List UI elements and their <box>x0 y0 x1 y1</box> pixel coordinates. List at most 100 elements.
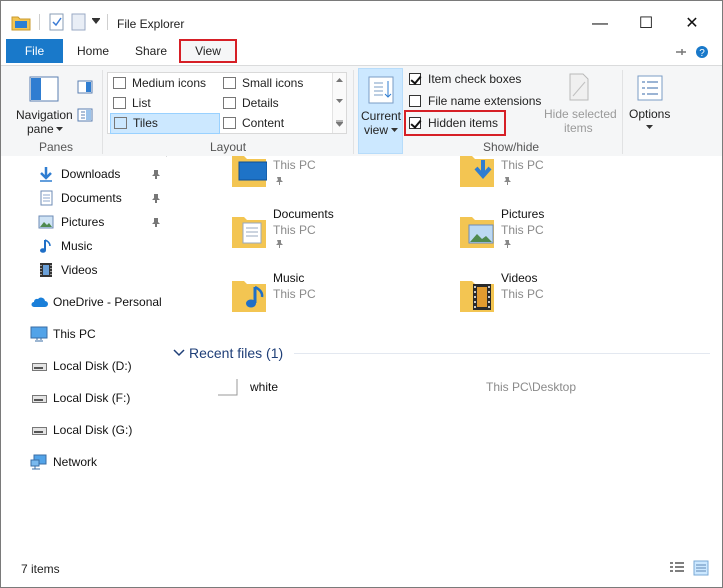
small-icons-icon <box>223 77 236 89</box>
pin-icon <box>504 240 511 248</box>
download-arrow-icon <box>40 167 52 182</box>
maximize-button[interactable]: ☐ <box>623 11 669 37</box>
layout-list-label: List <box>132 96 151 110</box>
tab-file[interactable]: File <box>6 39 63 63</box>
music-folder-icon <box>232 281 266 312</box>
qat-dropdown-icon[interactable] <box>91 18 101 36</box>
ribbon-separator-3 <box>622 70 623 154</box>
file-name-extensions-checkbox[interactable] <box>409 95 421 107</box>
nav-item-label: Network <box>53 455 98 469</box>
options-label[interactable]: Options <box>629 107 670 121</box>
layout-small-icons-label: Small icons <box>242 76 304 90</box>
folder-tile-downloads[interactable]: This PC <box>459 156 659 204</box>
nav-item-label: Local Disk (D:) <box>53 359 132 373</box>
hidden-items-checkbox[interactable] <box>409 117 421 129</box>
pictures-folder-icon <box>460 217 494 248</box>
hard-drive-icon <box>32 395 47 403</box>
layout-tiles-label: Tiles <box>133 116 158 130</box>
new-folder-icon[interactable] <box>71 13 87 31</box>
pin-icon[interactable] <box>151 169 161 179</box>
onedrive-cloud-icon <box>31 297 48 307</box>
layout-scrollbar[interactable] <box>332 73 346 133</box>
layout-details[interactable]: Details <box>220 94 342 113</box>
folder-app-icon[interactable] <box>11 13 31 31</box>
details-view-icon[interactable] <box>669 561 685 575</box>
help-icon[interactable]: ? <box>695 45 709 59</box>
layout-small-icons[interactable]: Small icons <box>220 74 342 93</box>
film-icon <box>40 263 52 277</box>
options-icon[interactable] <box>636 74 664 102</box>
navigation-pane-label-2[interactable]: pane <box>27 122 54 136</box>
layout-gallery: Medium icons Small icons List Details Ti… <box>107 72 347 134</box>
tab-share[interactable]: Share <box>127 39 175 63</box>
current-view-label-2: view <box>364 123 389 137</box>
tab-home[interactable]: Home <box>69 39 117 63</box>
current-view-label: Current <box>361 109 402 123</box>
recent-file-row[interactable]: white This PC\Desktop <box>217 378 717 398</box>
documents-folder-icon <box>232 217 266 248</box>
layout-tiles[interactable]: Tiles <box>110 113 220 134</box>
close-button[interactable]: ✕ <box>669 11 715 37</box>
nav-item-label: This PC <box>53 327 96 341</box>
file-explorer-window: File Explorer — ☐ ✕ File Home Share View… <box>0 0 723 588</box>
details-pane-icon[interactable] <box>77 108 93 122</box>
hard-drive-icon <box>32 427 47 435</box>
recent-file-name: white <box>250 380 279 394</box>
ribbon-separator <box>102 70 103 154</box>
folder-location: This PC <box>501 287 544 301</box>
layout-list[interactable]: List <box>110 94 236 113</box>
hide-selected-items-icon[interactable] <box>567 72 591 102</box>
recent-files-header[interactable]: Recent files (1) <box>189 345 283 361</box>
folder-tile-desktop[interactable]: This PC <box>231 156 431 204</box>
pin-icon[interactable] <box>151 193 161 203</box>
folder-tile-pictures[interactable]: Pictures This PC <box>459 207 659 255</box>
item-check-boxes-checkbox[interactable] <box>409 73 421 85</box>
navigation-pane: Downloads Documents Pictures Music Video… <box>1 156 166 552</box>
folder-location: This PC <box>273 223 316 237</box>
scroll-down-icon[interactable] <box>336 99 343 104</box>
pin-ribbon-icon[interactable] <box>675 47 687 57</box>
navigation-pane-dropdown-icon[interactable] <box>56 127 63 132</box>
navigation-pane-label[interactable]: Navigation <box>16 108 73 122</box>
hidden-items-label[interactable]: Hidden items <box>428 116 498 130</box>
folder-location: This PC <box>273 287 316 301</box>
list-icon <box>113 97 126 109</box>
medium-icons-icon <box>113 77 126 89</box>
videos-folder-icon <box>460 281 494 312</box>
gallery-expand-icon[interactable] <box>336 120 343 127</box>
hide-selected-items-label: Hide selected <box>544 107 617 121</box>
status-bar: 7 items <box>1 557 722 587</box>
current-view-button[interactable]: Current view <box>358 68 403 154</box>
folder-tile-documents[interactable]: Documents This PC <box>231 207 431 255</box>
nav-item-label: Local Disk (F:) <box>53 391 131 405</box>
recent-file-path: This PC\Desktop <box>486 380 577 394</box>
layout-content[interactable]: Content <box>220 114 342 133</box>
scroll-up-icon[interactable] <box>336 78 343 83</box>
navigation-pane-icon[interactable] <box>29 76 59 102</box>
folder-tile-videos[interactable]: Videos This PC <box>459 271 659 319</box>
nav-item-label: OneDrive - Personal <box>53 295 162 309</box>
pin-icon <box>504 177 511 185</box>
large-icons-view-icon[interactable] <box>693 560 709 576</box>
panes-group-label: Panes <box>39 140 74 154</box>
folder-name: Videos <box>501 271 538 285</box>
music-note-icon <box>40 239 51 253</box>
folder-tile-music[interactable]: Music This PC <box>231 271 431 319</box>
tab-view[interactable]: View <box>179 39 237 63</box>
properties-icon[interactable] <box>49 13 65 31</box>
layout-medium-icons[interactable]: Medium icons <box>110 74 236 93</box>
options-dropdown-icon[interactable] <box>646 125 653 130</box>
preview-pane-icon[interactable] <box>77 80 93 94</box>
recent-files-divider <box>294 353 710 354</box>
minimize-button[interactable]: — <box>577 11 623 37</box>
title-separator <box>107 14 108 30</box>
item-count: 7 items <box>21 562 60 576</box>
folder-location: This PC <box>273 158 316 172</box>
chevron-down-icon[interactable] <box>173 349 185 357</box>
file-name-extensions-label[interactable]: File name extensions <box>428 94 541 108</box>
title-bar: File Explorer — ☐ ✕ <box>1 1 722 39</box>
pin-icon[interactable] <box>151 217 161 227</box>
ribbon-view: Navigation pane Panes Medium icons Small… <box>1 65 722 157</box>
nav-item-label: Downloads <box>61 167 121 181</box>
item-check-boxes-label[interactable]: Item check boxes <box>428 72 521 86</box>
